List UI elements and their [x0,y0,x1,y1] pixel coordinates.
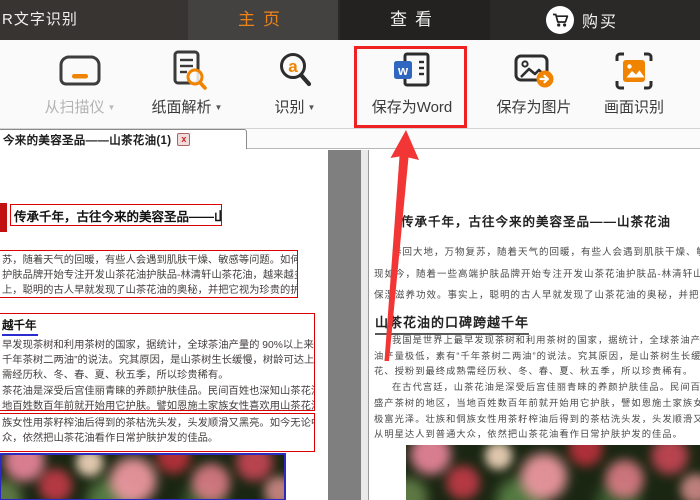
from-scanner-label: 从扫描仪 [44,99,105,116]
screen-recognition-label: 画面识别 [603,99,664,116]
pane-divider [361,150,368,500]
screen-ocr-icon [576,46,692,96]
save-as-image-label: 保存为图片 [496,99,572,116]
recognize-label: 识别 [274,99,305,116]
region-number-marker [0,203,7,232]
scan-text-line: 众，依然把山茶花油看作日常护肤护发的佳品。 [2,433,219,445]
document-tab[interactable]: 今来的美容圣品——山茶花油(1) x [0,129,247,149]
ocr-region-paragraph-1[interactable]: 苏，随着天气的回暖，有些人会遇到肌肤干燥、敏感等问题。如何解决肌肤季节问题呢？ … [0,250,298,298]
document-tab-bar: 今来的美容圣品——山茶花油(1) x [0,129,700,149]
result-photo-camellia [406,445,700,500]
result-text-line: 在古代宫廷，山茶花油是深受后宫佳丽青睐的养颜护肤佳品。民间百姓也深知山茶花油的美 [392,382,700,393]
tab-home[interactable]: 主页 [188,0,338,40]
result-title: 传承千年，古往今来的美容圣品——山茶花油 [400,215,671,229]
app-title: R文字识别 [2,11,78,28]
svg-text:a: a [288,57,298,76]
from-scanner-button[interactable]: 从扫描仪 ▼ [22,46,138,126]
paper-analysis-button[interactable]: 纸面解析 ▼ [129,46,245,126]
result-text-line: 盛产茶树的地区，当地百姓数百年前就开始用它护肤，譬如恩施土家族女性喜欢用山茶花油… [374,397,700,408]
result-paragraph-1: 春回大地，万物复苏，随着天气的回暖，有些人会遇到肌肤干燥、敏感等问题。如何解决肌… [374,242,700,307]
result-text-line: 花、授粉到最终成熟需经历秋、冬、春、夏、秋五季，所以珍贵稀有。 [374,366,694,377]
save-image-icon [476,46,592,96]
document-tab-label: 今来的美容圣品——山茶花油(1) [3,134,172,147]
scan-text-line: 护肤品牌开始专注开发山茶花油护肤品-林清轩山茶花油，越来越多人了解到山茶花油的 [2,270,297,282]
paper-analysis-label: 纸面解析 [151,99,212,116]
dropdown-arrow-icon: ▼ [107,103,116,112]
svg-text:w: w [397,63,409,78]
scan-text-line: 地百姓数百年前就开始用它护肤。譬如恩施土家族女性喜欢用山茶花油沐浴，皮肤极富弹性 [2,400,314,411]
buy-label: 购买 [582,14,619,31]
ocr-region-title[interactable]: 传承千年，古往今来的美容圣品——山茶花油 [10,204,222,226]
result-text-line: 油产量极低，素有“千年茶树二两油”的说法。究其原因，是山茶树生长缓慢，树龄可达上… [374,350,700,361]
scan-section-heading: 越千年 [2,317,38,336]
result-section-heading: 山茶花油的口碑跨越千年 [375,312,530,335]
scan-text-line: 族女性用茶籽榨油后得到的茶枯洗头发，头发顺滑又黑亮。如今无论中外，从名媛到明星， [2,418,314,429]
scanner-icon [22,46,138,96]
dropdown-arrow-icon: ▼ [307,103,316,112]
scan-text-line: 上，聪明的古人早就发现了山茶花油的奥秘，并把它视为珍贵的护肤品。 [2,285,297,297]
save-as-word-button[interactable]: w 保存为Word [354,46,470,126]
buy-button[interactable]: 购买 [546,0,618,40]
result-text-line: 春回大地，万物复苏，随着天气的回暖，有些人会遇到肌肤干燥、敏感等问题。如何解决肌 [392,247,700,258]
scan-text-line: 茶花油是深受后宫佳丽青睐的养颜护肤佳品。民间百姓也深知山茶花油的美容奇效。在一些 [2,385,314,397]
close-document-icon[interactable]: x [177,133,191,146]
result-text-line: 保湿滋养功效。事实上，聪明的古人早就发现了山茶花油的奥秘，并把它视为珍贵的护肤品… [374,290,700,301]
title-bar: R文字识别 主页 查看 购买 [0,0,700,40]
paper-analysis-icon [129,46,245,96]
ocr-region-photo-camellia[interactable] [0,453,286,500]
ocr-region-paragraph-3[interactable]: 族女性用茶籽榨油后得到的茶枯洗头发，头发顺滑又黑亮。如今无论中外，从名媛到明星，… [0,413,315,452]
word-document-icon: w [354,46,470,96]
save-as-image-button[interactable]: 保存为图片 [476,46,592,126]
recognize-button[interactable]: a 识别 ▼ [237,46,353,126]
result-paragraph-2: 我国是世界上最早发现茶树和利用茶树的国家，据统计，全球茶油产量的90%以 油产量… [374,333,700,443]
scan-text-line: 早发现茶树和利用茶树的国家，据统计，全球茶油产量的 90%以上来自中国。不过山茶… [2,340,314,351]
result-text-line: 现如今，随着一些高端护肤品牌开始专注开发山茶花油护肤品-林清轩山茶花油，越来越多… [374,268,700,280]
ocr-app-window: R文字识别 主页 查看 购买 从扫描仪 ▼ 纸面解析 ▼ a 识别 ▼ w 保存… [0,0,700,500]
tab-view[interactable]: 查看 [340,0,490,40]
shopping-cart-icon [546,6,574,34]
scan-text-line: 苏，随着天气的回暖，有些人会遇到肌肤干燥、敏感等问题。如何解决肌肤季节问题呢？ [2,255,298,266]
save-as-word-label: 保存为Word [371,99,453,116]
document-area: 传承千年，古往今来的美容圣品——山茶花油 苏，随着天气的回暖，有些人会遇到肌肤干… [0,150,700,500]
recognize-icon: a [237,46,353,96]
scan-text-line: 需经历秋、冬、春、夏、秋五季，所以珍贵稀有。 [2,370,229,382]
result-text-line: 极富光泽。壮族和侗族女性用茶籽榨油后得到的茶枯洗头发，头发顺滑又黑亮。如今无论中… [374,413,700,424]
dropdown-arrow-icon: ▼ [214,103,223,112]
main-toolbar: 从扫描仪 ▼ 纸面解析 ▼ a 识别 ▼ w 保存为Word 保存为图片 画面识… [0,40,700,129]
result-text-line: 我国是世界上最早发现茶树和利用茶树的国家，据统计，全球茶油产量的90%以 [392,335,700,345]
scan-text-line: 千年茶树二两油”的说法。究其原因，是山茶树生长缓慢，树龄可达上千年，而山茶果从开 [2,355,315,367]
result-text-line: 从明星达人到普通大众，依然把山茶花油看作日常护肤护发的佳品。 [374,429,683,440]
ocr-region-paragraph-2[interactable]: 越千年 早发现茶树和利用茶树的国家，据统计，全球茶油产量的 90%以上来自中国。… [0,313,315,411]
original-image-pane[interactable]: 传承千年，古往今来的美容圣品——山茶花油 苏，随着天气的回暖，有些人会遇到肌肤干… [0,150,328,500]
screen-recognition-button[interactable]: 画面识别 [576,46,692,126]
recognized-text-pane[interactable]: 传承千年，古往今来的美容圣品——山茶花油 春回大地，万物复苏，随着天气的回暖，有… [368,150,700,500]
